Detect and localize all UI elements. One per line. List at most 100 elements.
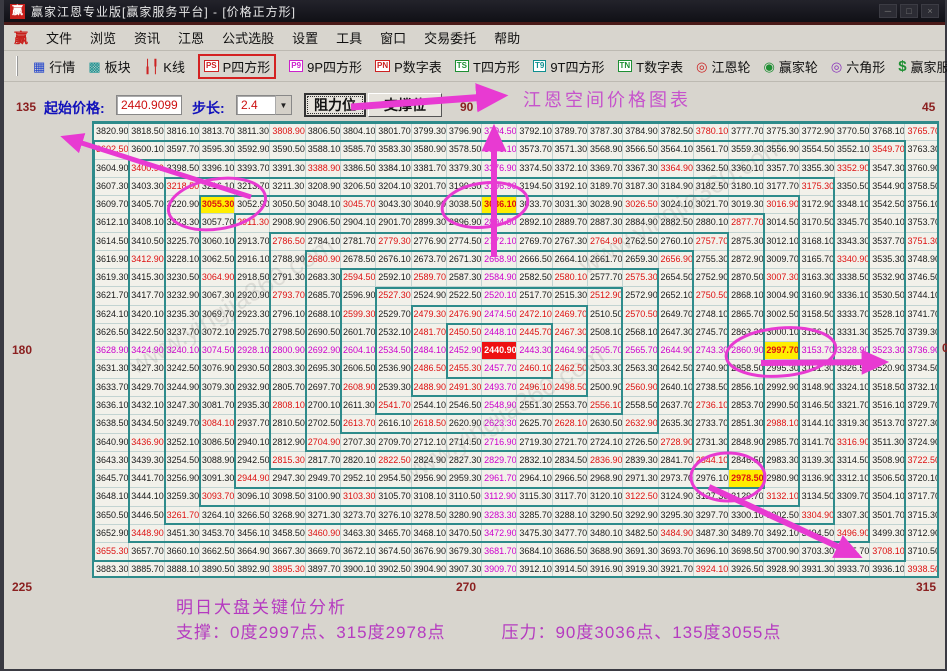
grid-cell[interactable]: 3535.30 — [870, 251, 905, 269]
grid-cell[interactable]: 3331.30 — [835, 324, 870, 342]
grid-cell[interactable]: 3475.30 — [517, 525, 552, 543]
grid-cell[interactable]: 3355.30 — [800, 160, 835, 178]
grid-cell[interactable]: 3309.70 — [835, 488, 870, 506]
grid-cell[interactable]: 3924.10 — [694, 561, 729, 578]
grid-cell[interactable]: 3592.90 — [235, 141, 270, 159]
grid-cell[interactable]: 3367.30 — [623, 160, 658, 178]
grid-cell[interactable]: 2988.10 — [764, 415, 799, 433]
grid-cell[interactable]: 3036.10 — [482, 196, 517, 214]
grid-cell[interactable]: 2606.50 — [341, 360, 376, 378]
grid-cell[interactable]: 3669.70 — [306, 543, 341, 561]
grid-cell[interactable]: 2450.50 — [447, 324, 482, 342]
grid-cell[interactable]: 2642.50 — [659, 360, 694, 378]
resistance-button[interactable]: 阻力位 — [304, 93, 366, 117]
grid-cell[interactable]: 3283.30 — [482, 507, 517, 525]
grid-cell[interactable]: 3146.50 — [800, 397, 835, 415]
grid-cell[interactable]: 2791.30 — [270, 269, 305, 287]
grid-cell[interactable]: 2652.10 — [659, 287, 694, 305]
grid-cell[interactable]: 3470.50 — [447, 525, 482, 543]
grid-cell[interactable]: 3288.10 — [553, 507, 588, 525]
grid-cell[interactable]: 3912.10 — [517, 561, 552, 578]
grid-cell[interactable]: 2654.50 — [659, 269, 694, 287]
grid-cell[interactable]: 2510.50 — [588, 306, 623, 324]
grid-cell[interactable]: 2760.10 — [659, 233, 694, 251]
grid-cell[interactable]: 2820.10 — [341, 452, 376, 470]
grid-cell[interactable]: 3684.10 — [517, 543, 552, 561]
toolbar-item-hexagon[interactable]: ◎六角形 — [831, 57, 885, 76]
grid-cell[interactable]: 2455.30 — [447, 360, 482, 378]
grid-cell[interactable]: 3201.70 — [412, 178, 447, 196]
grid-cell[interactable]: 2625.70 — [517, 415, 552, 433]
grid-cell[interactable]: 3919.30 — [623, 561, 658, 578]
grid-cell[interactable]: 3220.90 — [165, 196, 200, 214]
grid-cell[interactable]: 3760.90 — [905, 160, 939, 178]
grid-cell[interactable]: 3727.30 — [905, 415, 939, 433]
grid-cell[interactable]: 3170.50 — [800, 214, 835, 232]
grid-cell[interactable]: 3763.30 — [905, 141, 939, 159]
grid-cell[interactable]: 3576.10 — [482, 141, 517, 159]
grid-cell[interactable]: 3741.70 — [905, 306, 939, 324]
grid-cell[interactable]: 2678.50 — [341, 251, 376, 269]
grid-cell[interactable]: 3422.50 — [129, 324, 164, 342]
grid-cell[interactable]: 3319.30 — [835, 415, 870, 433]
grid-cell[interactable]: 2745.70 — [694, 324, 729, 342]
grid-cell[interactable]: 3040.90 — [412, 196, 447, 214]
grid-cell[interactable]: 3890.50 — [200, 561, 235, 578]
toolbar-item-gann-wheel[interactable]: ◎江恩轮 — [696, 57, 750, 76]
grid-cell[interactable]: 3619.30 — [94, 269, 129, 287]
grid-cell[interactable]: 3465.70 — [376, 525, 411, 543]
toolbar-item-9t-square[interactable]: T99T四方形 — [533, 57, 605, 76]
grid-cell[interactable]: 3441.70 — [129, 470, 164, 488]
grid-cell[interactable]: 2774.50 — [447, 233, 482, 251]
grid-cell[interactable]: 2779.30 — [376, 233, 411, 251]
grid-cell[interactable]: 3304.90 — [800, 507, 835, 525]
grid-cell[interactable]: 3566.50 — [623, 141, 658, 159]
grid-cell[interactable]: 3016.90 — [764, 196, 799, 214]
toolbar-item-9p-square[interactable]: P99P四方形 — [289, 57, 362, 76]
grid-cell[interactable]: 2899.30 — [412, 214, 447, 232]
grid-cell[interactable]: 2949.70 — [306, 470, 341, 488]
grid-cell[interactable]: 3024.10 — [659, 196, 694, 214]
grid-cell[interactable]: 2484.10 — [412, 342, 447, 360]
grid-cell[interactable]: 3134.50 — [800, 488, 835, 506]
grid-cell[interactable]: 2496.10 — [517, 379, 552, 397]
grid-cell[interactable]: 3254.50 — [165, 452, 200, 470]
grid-cell[interactable]: 3520.90 — [870, 360, 905, 378]
grid-cell[interactable]: 3081.70 — [200, 397, 235, 415]
grid-cell[interactable]: 3458.50 — [270, 525, 305, 543]
grid-cell[interactable]: 3636.10 — [94, 397, 129, 415]
grid-cell[interactable]: 3789.70 — [553, 123, 588, 141]
grid-cell[interactable]: 3336.10 — [835, 287, 870, 305]
grid-cell[interactable]: 2872.90 — [729, 251, 764, 269]
grid-cell[interactable]: 3292.90 — [623, 507, 658, 525]
grid-cell[interactable]: 2570.50 — [623, 306, 658, 324]
grid-cell[interactable]: 2582.50 — [517, 269, 552, 287]
grid-cell[interactable]: 2954.50 — [376, 470, 411, 488]
grid-cell[interactable]: 2908.90 — [270, 214, 305, 232]
grid-cell[interactable]: 2733.70 — [694, 415, 729, 433]
grid-cell[interactable]: 2666.50 — [517, 251, 552, 269]
grid-cell[interactable]: 2740.90 — [694, 360, 729, 378]
grid-cell[interactable]: 3453.70 — [200, 525, 235, 543]
grid-cell[interactable]: 2762.50 — [623, 233, 658, 251]
grid-cell[interactable]: 3218.50 — [165, 178, 200, 196]
grid-cell[interactable]: 3888.10 — [165, 561, 200, 578]
grid-cell[interactable]: 3376.90 — [482, 160, 517, 178]
grid-cell[interactable]: 3388.90 — [306, 160, 341, 178]
grid-cell[interactable]: 3561.70 — [694, 141, 729, 159]
grid-cell[interactable]: 3792.10 — [517, 123, 552, 141]
grid-cell[interactable]: 2656.90 — [659, 251, 694, 269]
grid-cell[interactable]: 2959.30 — [447, 470, 482, 488]
grid-cell[interactable]: 2479.30 — [412, 306, 447, 324]
grid-cell[interactable]: 3230.50 — [165, 269, 200, 287]
grid-cell[interactable]: 3132.10 — [764, 488, 799, 506]
grid-cell[interactable]: 2532.10 — [376, 324, 411, 342]
grid-cell[interactable]: 3808.90 — [270, 123, 305, 141]
grid-cell[interactable]: 2935.30 — [235, 397, 270, 415]
grid-cell[interactable]: 3499.30 — [870, 525, 905, 543]
grid-cell[interactable]: 2882.50 — [659, 214, 694, 232]
grid-cell[interactable]: 2757.70 — [694, 233, 729, 251]
grid-cell[interactable]: 2560.90 — [623, 379, 658, 397]
grid-cell[interactable]: 3240.10 — [165, 342, 200, 360]
grid-cell[interactable]: 2904.10 — [341, 214, 376, 232]
